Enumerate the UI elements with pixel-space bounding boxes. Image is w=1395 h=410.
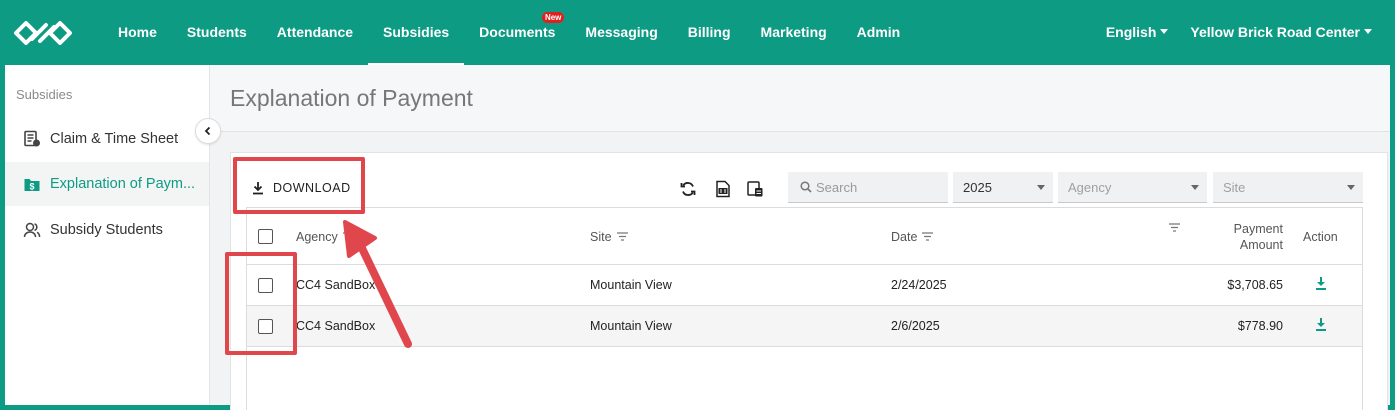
page-title: Explanation of Payment: [230, 85, 473, 111]
table-row[interactable]: CC4 SandBox Mountain View 2/24/2025 $3,7…: [247, 265, 1362, 306]
header-site-label: Site: [590, 229, 612, 244]
nav-subsidies[interactable]: Subsidies: [368, 0, 465, 65]
nav-admin-label: Admin: [856, 24, 901, 40]
table-row[interactable]: CC4 SandBox Mountain View 2/6/2025 $778.…: [247, 306, 1362, 347]
row-checkbox[interactable]: [258, 278, 273, 293]
header-site[interactable]: Site: [590, 208, 628, 265]
main-content: Explanation of Payment DOWNLOAD Search 2…: [210, 65, 1390, 410]
app-logo[interactable]: [12, 19, 74, 47]
nav-home-label: Home: [118, 24, 157, 40]
row-checkbox[interactable]: [258, 319, 273, 334]
main-nav: Home Students Attendance Subsidies Docum…: [103, 0, 915, 65]
nav-attendance-label: Attendance: [276, 24, 354, 40]
agency-placeholder: Agency: [1068, 180, 1112, 195]
export-print-icon[interactable]: [746, 180, 764, 198]
header-date[interactable]: Date: [891, 208, 934, 265]
download-icon[interactable]: [1314, 317, 1328, 332]
cell-site: Mountain View: [590, 319, 672, 333]
sidebar: Subsidies Claim & Time Sheet $ Explanati…: [5, 65, 210, 405]
search-input[interactable]: [816, 179, 946, 195]
new-badge: New: [541, 12, 565, 23]
nav-billing[interactable]: Billing: [673, 0, 746, 65]
sort-filter-icon[interactable]: [616, 232, 628, 241]
sidebar-item-label: Subsidy Students: [50, 222, 163, 238]
header-agency[interactable]: Agency: [296, 208, 354, 265]
cell-agency: CC4 SandBox: [296, 278, 376, 292]
sidebar-item-label: Explanation of Paym...: [50, 176, 196, 192]
nav-admin[interactable]: Admin: [842, 0, 916, 65]
collapse-sidebar-button[interactable]: [195, 118, 221, 144]
svg-text:$: $: [29, 182, 34, 192]
cell-agency: CC4 SandBox: [296, 319, 376, 333]
chevron-down-icon: [1160, 28, 1169, 34]
table-header: Agency Site Date Payment Amount Action: [247, 208, 1362, 265]
cell-date: 2/6/2025: [891, 319, 940, 333]
claim-sheet-icon: [24, 130, 40, 147]
agency-select[interactable]: Agency: [1058, 172, 1207, 203]
download-button[interactable]: DOWNLOAD: [243, 173, 359, 203]
cell-amount: $3,708.65: [1227, 278, 1283, 292]
sidebar-item-explanation-of-payment[interactable]: $ Explanation of Paym...: [5, 162, 209, 206]
sidebar-heading: Subsidies: [16, 87, 73, 102]
header-payment-amount[interactable]: Payment Amount: [1217, 208, 1283, 265]
select-all-checkbox[interactable]: [258, 229, 273, 244]
nav-documents-label: Documents: [479, 24, 556, 40]
search-icon: [800, 181, 812, 193]
sort-filter-icon[interactable]: [342, 232, 354, 241]
payments-table: Agency Site Date Payment Amount Action C…: [246, 207, 1363, 410]
chevron-left-icon: [204, 126, 211, 136]
download-icon: [253, 182, 263, 195]
nav-billing-label: Billing: [687, 24, 731, 40]
nav-documents[interactable]: Documents New: [464, 0, 570, 65]
users-icon: [23, 222, 41, 238]
header-agency-label: Agency: [296, 229, 338, 244]
page-header: Explanation of Payment: [210, 65, 1390, 132]
nav-students[interactable]: Students: [172, 0, 262, 65]
nav-home[interactable]: Home: [103, 0, 172, 65]
download-label: DOWNLOAD: [273, 181, 351, 195]
top-nav-bar: Home Students Attendance Subsidies Docum…: [0, 0, 1395, 65]
payments-card: DOWNLOAD 2025: [230, 152, 1388, 410]
chevron-down-icon: [1364, 28, 1372, 34]
sort-filter-icon[interactable]: [922, 232, 934, 241]
search-field[interactable]: [788, 172, 948, 203]
year-value: 2025: [963, 180, 992, 195]
nav-messaging-label: Messaging: [585, 24, 658, 40]
header-action: Action: [1303, 208, 1338, 265]
site-select[interactable]: Site: [1213, 172, 1363, 203]
nav-attendance[interactable]: Attendance: [262, 0, 368, 65]
center-dropdown[interactable]: Yellow Brick Road Center: [1179, 0, 1383, 65]
nav-messaging[interactable]: Messaging: [570, 0, 672, 65]
nav-students-label: Students: [186, 24, 247, 40]
sidebar-item-label: Claim & Time Sheet: [50, 131, 179, 147]
header-action-label: Action: [1303, 229, 1338, 244]
sort-filter-icon[interactable]: [1169, 223, 1180, 232]
language-dropdown[interactable]: English: [1095, 0, 1180, 65]
nav-marketing-label: Marketing: [760, 24, 827, 40]
cell-date: 2/24/2025: [891, 278, 947, 292]
sidebar-item-subsidy-students[interactable]: Subsidy Students: [5, 208, 209, 252]
chevron-down-icon: [1037, 185, 1045, 190]
year-select[interactable]: 2025: [953, 172, 1053, 203]
header-date-label: Date: [891, 229, 918, 244]
cell-amount: $778.90: [1237, 319, 1283, 333]
site-placeholder: Site: [1223, 180, 1246, 195]
nav-marketing[interactable]: Marketing: [746, 0, 842, 65]
chevron-down-icon: [1347, 185, 1355, 190]
nav-right: English Yellow Brick Road Center: [1095, 0, 1383, 65]
language-label: English: [1105, 24, 1157, 40]
center-label: Yellow Brick Road Center: [1190, 24, 1360, 40]
chevron-down-icon: [1191, 185, 1199, 190]
download-icon[interactable]: [1314, 276, 1328, 291]
refresh-icon[interactable]: [679, 180, 697, 198]
sidebar-item-claim-time-sheet[interactable]: Claim & Time Sheet: [5, 117, 209, 161]
export-csv-icon[interactable]: [714, 180, 732, 198]
cell-site: Mountain View: [590, 278, 672, 292]
dollar-folder-icon: $: [24, 179, 40, 192]
header-payment-amount-label: Payment Amount: [1233, 221, 1283, 252]
nav-subsidies-label: Subsidies: [383, 24, 450, 40]
